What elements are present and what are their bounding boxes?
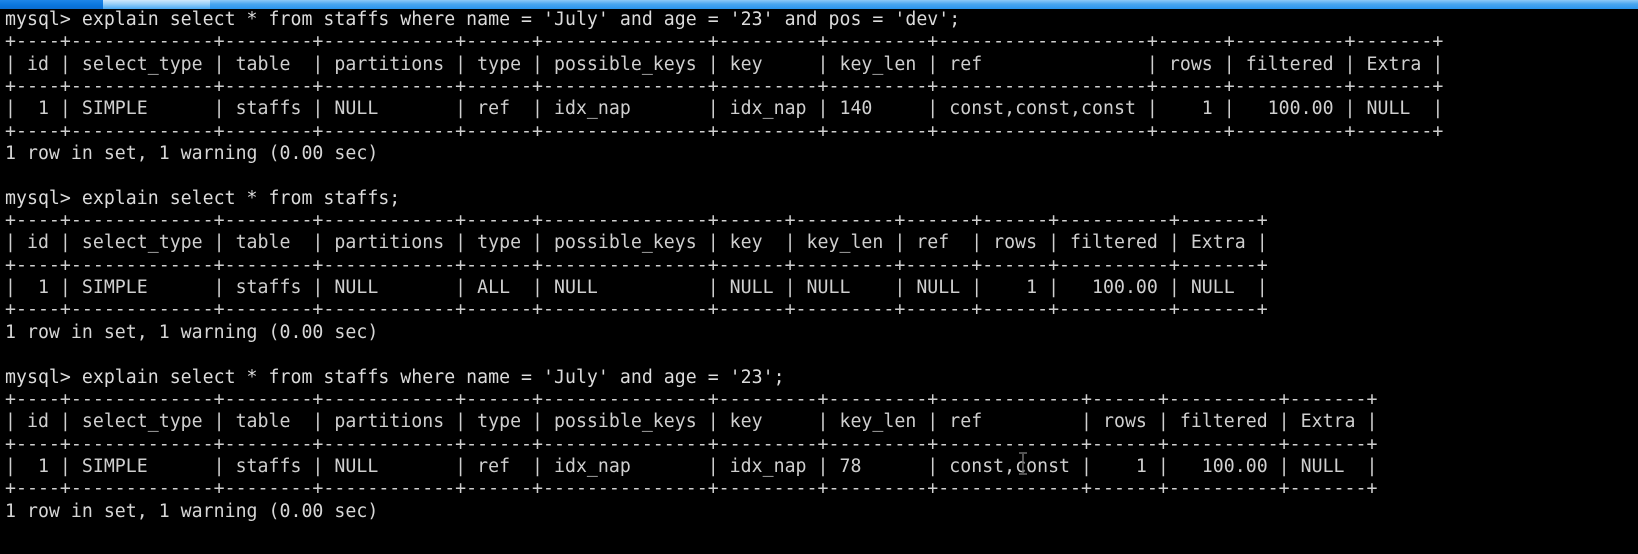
terminal-window: mysql> explain select * from staffs wher… bbox=[0, 0, 1638, 554]
terminal-line-rule: +----+-------------+--------+-----------… bbox=[5, 31, 1444, 53]
titlebar-empty-area[interactable] bbox=[210, 0, 1638, 9]
terminal-line-rule: +----+-------------+--------+-----------… bbox=[5, 210, 1268, 232]
terminal-line-header: | id | select_type | table | partitions … bbox=[5, 232, 1268, 254]
terminal-line-data: | 1 | SIMPLE | staffs | NULL | ref | idx… bbox=[5, 455, 1378, 477]
terminal-line-prompt: mysql> explain select * from staffs wher… bbox=[5, 366, 785, 388]
terminal-line-rule: +----+-------------+--------+-----------… bbox=[5, 433, 1378, 455]
titlebar-active-tab[interactable] bbox=[0, 0, 103, 9]
terminal-line-rule: +----+-------------+--------+-----------… bbox=[5, 299, 1268, 321]
terminal-line-status: 1 row in set, 1 warning (0.00 sec) bbox=[5, 321, 379, 343]
terminal-line-rule: +----+-------------+--------+-----------… bbox=[5, 254, 1268, 276]
terminal-line-prompt: mysql> explain select * from staffs wher… bbox=[5, 9, 961, 30]
terminal-line-status: 1 row in set, 1 warning (0.00 sec) bbox=[5, 143, 379, 165]
terminal-console-output[interactable]: mysql> explain select * from staffs wher… bbox=[5, 9, 1638, 554]
terminal-line-status: 1 row in set, 1 warning (0.00 sec) bbox=[5, 500, 379, 522]
terminal-line-rule: +----+-------------+--------+-----------… bbox=[5, 478, 1378, 500]
terminal-line-data: | 1 | SIMPLE | staffs | NULL | ref | idx… bbox=[5, 98, 1444, 120]
terminal-line-rule: +----+-------------+--------+-----------… bbox=[5, 120, 1444, 142]
terminal-line-rule: +----+-------------+--------+-----------… bbox=[5, 76, 1444, 98]
window-titlebar[interactable] bbox=[0, 0, 1638, 9]
terminal-line-header: | id | select_type | table | partitions … bbox=[5, 411, 1378, 433]
terminal-line-data: | 1 | SIMPLE | staffs | NULL | ALL | NUL… bbox=[5, 277, 1268, 299]
terminal-line-header: | id | select_type | table | partitions … bbox=[5, 53, 1444, 75]
terminal-line-rule: +----+-------------+--------+-----------… bbox=[5, 388, 1378, 410]
titlebar-inactive-tab[interactable] bbox=[103, 0, 210, 9]
terminal-line-prompt: mysql> explain select * from staffs; bbox=[5, 187, 401, 209]
